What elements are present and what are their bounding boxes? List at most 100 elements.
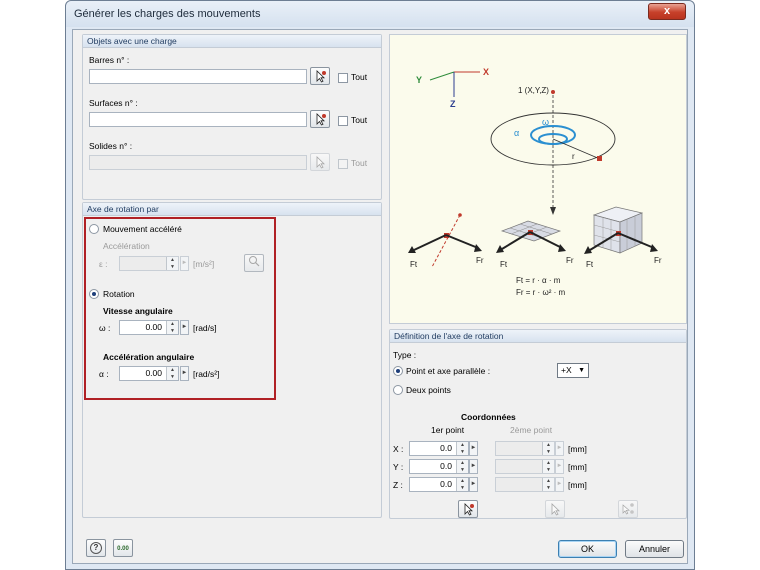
parallel-axis-select[interactable]: +X ▼ [557,363,589,378]
units-icon: 0.00 [117,546,129,552]
y-unit: [mm] [568,462,587,472]
z-second-menu-button: ► [555,477,564,492]
y-first-spinner[interactable]: 0.0 ▲ ▼ [409,459,469,474]
pick-two-points-icon [622,503,634,515]
second-point-pick-button [545,500,565,518]
rotation-label: Rotation [103,289,135,299]
y-first-menu-button[interactable]: ► [469,459,478,474]
units-button[interactable]: 0.00 [113,539,133,557]
point-label: 1 (X,Y,Z) [518,86,549,95]
ok-button[interactable]: OK [558,540,617,558]
z-first-menu-button[interactable]: ► [469,477,478,492]
alpha-menu-button[interactable]: ► [180,366,189,381]
axis-z-label: Z [450,99,456,109]
y-first-value: 0.0 [440,461,452,471]
first-point-pick-button[interactable] [458,500,478,518]
dialog-window: Générer les charges des mouvements x Obj… [65,0,695,570]
x-label: X : [393,444,404,454]
bars-pick-button[interactable] [310,67,330,85]
bars-label: Barres n° : [89,55,130,65]
bars-input[interactable] [89,69,307,84]
coordinates-title: Coordonnées [461,412,516,422]
surfaces-all-label: Tout [351,115,368,125]
alpha-spinner[interactable]: 0.00 ▲ ▼ [119,366,179,381]
spinner-arrows[interactable]: ▲ ▼ [456,442,468,455]
omega-label: ω : [99,323,111,333]
rotation-axis-group-title: Axe de rotation par [83,203,381,216]
omega-unit: [rad/s] [193,323,217,333]
accelerated-motion-radio[interactable] [89,224,99,234]
ft-label-surface: Ft [500,260,508,269]
alpha-value: 0.00 [145,368,162,378]
y-second-spinner: ▲ ▼ [495,459,555,474]
spinner-arrows: ▲ ▼ [166,257,178,270]
surfaces-pick-button[interactable] [310,110,330,128]
surfaces-all-checkbox[interactable] [338,116,348,126]
point-axis-label: Point et axe parallèle : [406,366,491,376]
spinner-arrows: ▲ ▼ [542,478,554,491]
pick-cursor-icon [316,113,326,126]
type-label: Type : [393,350,417,360]
ft-label-bar: Ft [410,260,418,269]
spinner-arrows: ▲ ▼ [542,460,554,473]
parallel-axis-value: +X [561,365,572,375]
fr-label-bar: Fr [476,256,484,265]
spinner-arrows[interactable]: ▲ ▼ [456,478,468,491]
spinner-arrows[interactable]: ▲ ▼ [166,321,178,334]
two-points-radio[interactable] [393,385,403,395]
rotation-radio[interactable] [89,289,99,299]
point-axis-radio[interactable] [393,366,403,376]
solids-label: Solides n° : [89,141,133,151]
pick-cursor-icon [316,70,326,83]
spinner-arrows[interactable]: ▲ ▼ [456,460,468,473]
epsilon-menu-button: ► [180,256,189,271]
help-button[interactable]: ? [86,539,106,557]
spinner-arrows[interactable]: ▲ ▼ [166,367,178,380]
dialog-client: Objets avec une charge Barres n° : Tout … [72,29,688,564]
z-label: Z : [393,480,403,490]
bars-all-label: Tout [351,72,368,82]
solids-all-checkbox [338,159,348,169]
axis-x-label: X [483,67,489,77]
close-button[interactable]: x [648,3,686,20]
x-second-spinner: ▲ ▼ [495,441,555,456]
pick-two-points-button [618,500,638,518]
x-unit: [mm] [568,444,587,454]
formula-ft: Ft = r · α · m [516,276,561,285]
two-points-label: Deux points [406,385,451,395]
x-first-menu-button[interactable]: ► [469,441,478,456]
bars-all-checkbox[interactable] [338,73,348,83]
chevron-down-icon: ▼ [578,367,585,374]
solids-input [89,155,307,170]
y-second-menu-button: ► [555,459,564,474]
objects-group: Objets avec une charge Barres n° : Tout … [82,34,382,200]
cancel-button[interactable]: Annuler [625,540,684,558]
rotation-diagram: Y X Z 1 (X,Y,Z) ω α r Ft Fr Ft Fr Ft Fr … [389,34,687,324]
x-first-value: 0.0 [440,443,452,453]
ft-label-solid: Ft [586,260,594,269]
z-second-spinner: ▲ ▼ [495,477,555,492]
second-point-label: 2ème point [510,425,553,435]
omega-menu-button[interactable]: ► [180,320,189,335]
title-bar[interactable]: Générer les charges des mouvements x [66,1,694,27]
alpha-label: α : [99,369,109,379]
window-title: Générer les charges des mouvements [74,8,261,20]
pick-cursor-icon [551,503,560,516]
x-second-menu-button: ► [555,441,564,456]
solids-all-label: Tout [351,158,368,168]
axis-y-label: Y [416,75,422,85]
omega-value: 0.00 [145,322,162,332]
magnifier-icon [249,256,260,267]
epsilon-label: ε : [99,259,108,269]
z-unit: [mm] [568,480,587,490]
omega-spinner[interactable]: 0.00 ▲ ▼ [119,320,179,335]
z-first-spinner[interactable]: 0.0 ▲ ▼ [409,477,469,492]
pick-cursor-icon [316,156,325,169]
help-icon: ? [90,542,102,554]
solids-pick-button [310,153,330,171]
spinner-arrows: ▲ ▼ [542,442,554,455]
surfaces-input[interactable] [89,112,307,127]
z-first-value: 0.0 [440,479,452,489]
y-label: Y : [393,462,404,472]
x-first-spinner[interactable]: 0.0 ▲ ▼ [409,441,469,456]
